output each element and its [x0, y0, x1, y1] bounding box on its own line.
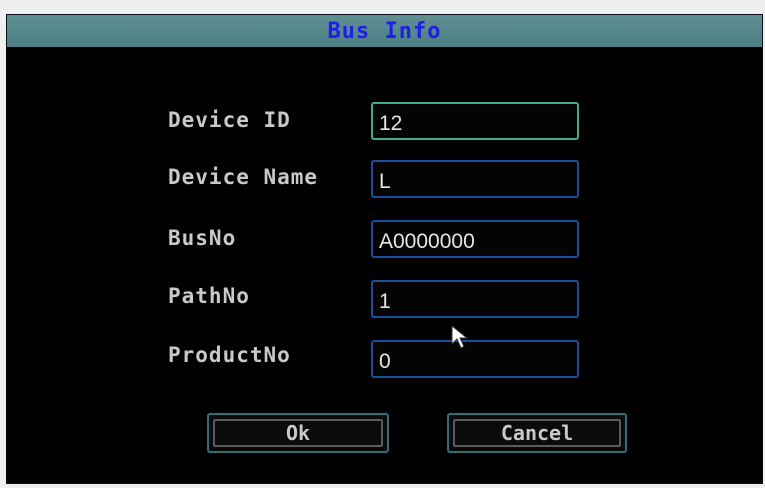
bus-no-value: A0000000 [379, 230, 475, 253]
mouse-pointer-icon [451, 325, 469, 349]
device-name-input[interactable]: L [371, 160, 579, 198]
bus-no-label: BusNo [168, 226, 237, 250]
ok-button[interactable]: Ok [207, 413, 389, 453]
path-no-label: PathNo [168, 284, 250, 308]
bus-no-input[interactable]: A0000000 [371, 220, 579, 258]
device-id-value: 12 [379, 112, 403, 135]
ok-button-label: Ok [285, 421, 311, 445]
device-name-value: L [379, 170, 391, 193]
device-name-label: Device Name [168, 165, 319, 189]
product-no-value: 0 [379, 350, 391, 373]
dialog-title: Bus Info [327, 19, 442, 44]
cancel-button[interactable]: Cancel [447, 413, 627, 453]
device-id-input[interactable]: 12 [371, 102, 579, 140]
dialog-title-bar: Bus Info [7, 15, 762, 47]
product-no-input[interactable]: 0 [371, 340, 579, 378]
cancel-button-label: Cancel [500, 421, 574, 445]
device-id-label: Device ID [168, 108, 291, 132]
product-no-label: ProductNo [168, 343, 291, 367]
path-no-value: 1 [379, 290, 391, 313]
path-no-input[interactable]: 1 [371, 280, 579, 318]
